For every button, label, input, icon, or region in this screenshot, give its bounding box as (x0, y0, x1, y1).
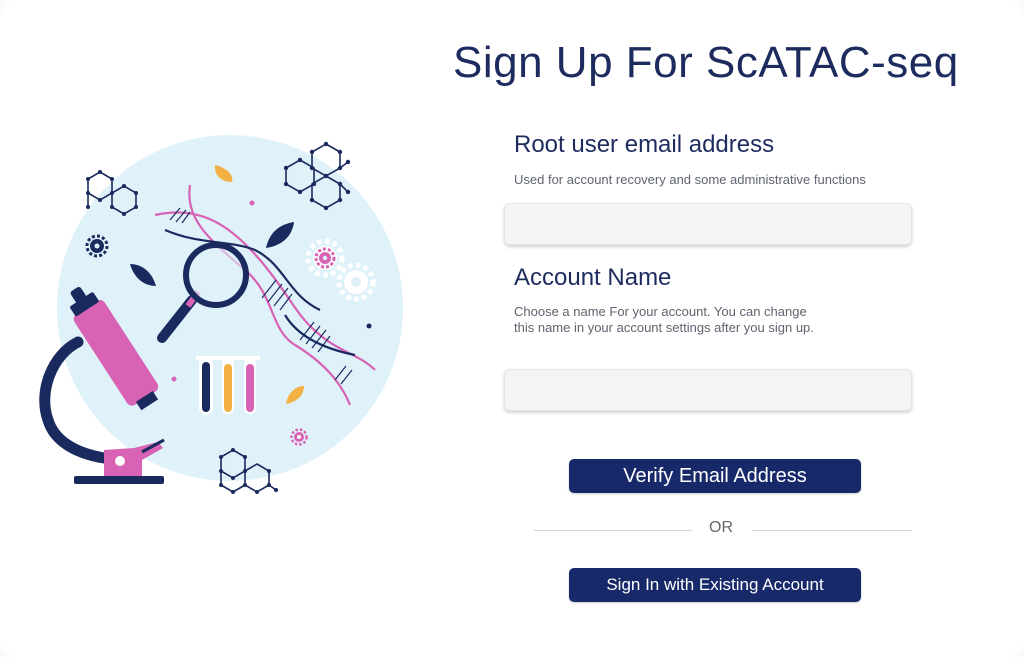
divider-line-left (534, 530, 692, 531)
decor-dot (366, 323, 372, 329)
account-name-label: Account Name (514, 264, 672, 291)
email-field[interactable] (504, 203, 912, 245)
gear-icon (85, 234, 109, 258)
account-name-help-line-2: this name in your account settings after… (514, 320, 814, 335)
email-help-text: Used for account recovery and some admin… (514, 172, 866, 187)
decor-dot (171, 376, 177, 382)
account-name-help-line-1: Choose a name For your account. You can … (514, 304, 807, 319)
signup-card: Sign Up For ScATAC-seq Root user email a… (0, 0, 1024, 657)
divider-line-right (752, 530, 912, 531)
sign-in-existing-button[interactable]: Sign In with Existing Account (569, 568, 861, 602)
account-name-help-text: Choose a name For your account. You can … (514, 304, 814, 336)
divider-or: OR (709, 519, 733, 536)
decor-dot (249, 200, 255, 206)
email-label: Root user email address (514, 131, 775, 158)
illustration-background (57, 135, 403, 481)
test-tubes-icon (196, 356, 260, 415)
page-title: Sign Up For ScATAC-seq (453, 38, 959, 87)
verify-email-button[interactable]: Verify Email Address (569, 459, 861, 493)
account-name-field[interactable] (504, 369, 912, 411)
science-illustration (39, 135, 403, 494)
